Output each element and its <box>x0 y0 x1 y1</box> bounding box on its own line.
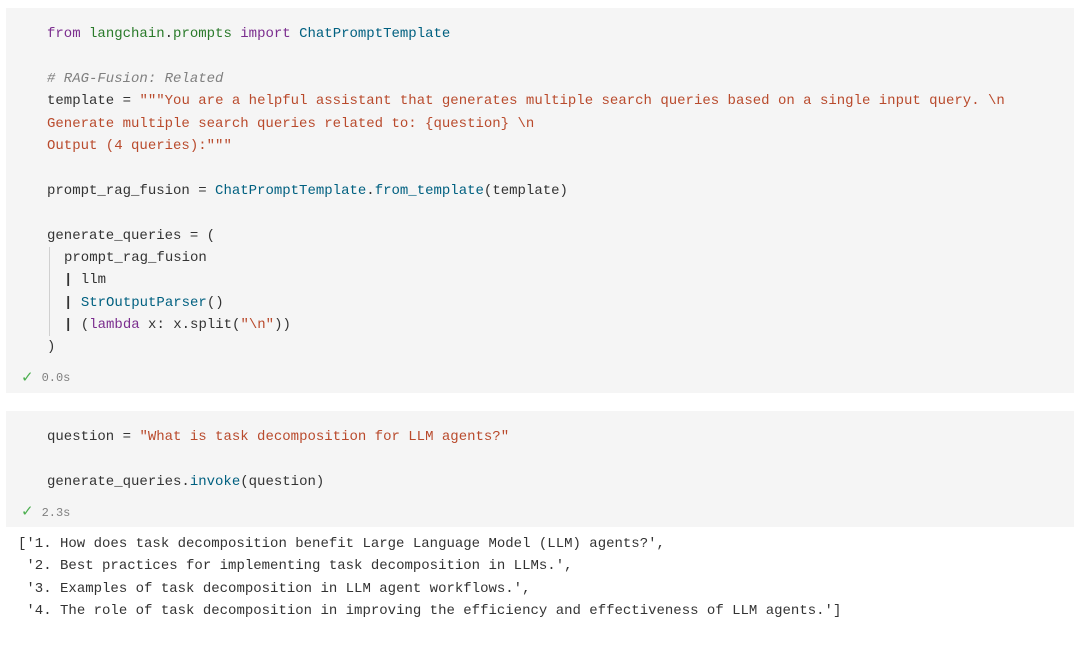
checkmark-icon: ✓ <box>21 371 34 386</box>
code-cell[interactable]: question = "What is task decomposition f… <box>6 411 1074 527</box>
paren-close: ) <box>560 183 568 199</box>
module-langchain: langchain <box>89 26 165 42</box>
arg-template: template <box>492 183 559 199</box>
execution-time: 0.0s <box>42 371 71 385</box>
triple-quote-open: """ <box>139 93 164 109</box>
template-body-2: Generate multiple search queries related… <box>47 116 534 132</box>
method-from-template: from_template <box>375 183 484 199</box>
paren-close: ) <box>316 474 324 490</box>
status-row: ✓ 2.3s <box>7 499 1073 520</box>
notebook: from langchain.prompts import ChatPrompt… <box>0 0 1080 655</box>
cell-2: question = "What is task decomposition f… <box>6 411 1074 629</box>
parens: () <box>207 295 224 311</box>
string-question: "What is task decomposition for LLM agen… <box>139 429 509 445</box>
paren-open: ( <box>72 317 89 333</box>
var-generate: generate_queries <box>47 228 181 244</box>
code-cell[interactable]: from langchain.prompts import ChatPrompt… <box>6 8 1074 393</box>
paren-open: ( <box>240 474 248 490</box>
template-body-3: Output (4 queries): <box>47 138 207 154</box>
class-chatprompt: ChatPromptTemplate <box>299 26 450 42</box>
eq-paren: = ( <box>181 228 215 244</box>
keyword-from: from <box>47 26 81 42</box>
var-template: template <box>47 93 114 109</box>
paren-close: )) <box>274 317 291 333</box>
code-editor[interactable]: question = "What is task decomposition f… <box>7 422 1073 499</box>
pipe-item-llm: llm <box>72 272 106 288</box>
eq: = <box>114 93 139 109</box>
code-content[interactable]: question = "What is task decomposition f… <box>47 426 1053 493</box>
triple-quote-close: """ <box>207 138 232 154</box>
pipe: | <box>64 295 72 311</box>
status-row: ✓ 0.0s <box>7 365 1073 386</box>
class-chatprompt: ChatPromptTemplate <box>215 183 366 199</box>
indent-bar: | StrOutputParser() <box>49 292 224 314</box>
paren-close-chain: ) <box>47 339 55 355</box>
lambda-body: x: x.split( <box>140 317 241 333</box>
code-content[interactable]: from langchain.prompts import ChatPrompt… <box>47 23 1053 359</box>
arg-question: question <box>249 474 316 490</box>
var-question: question <box>47 429 114 445</box>
dot: . <box>366 183 374 199</box>
indent-bar: prompt_rag_fusion <box>49 247 207 269</box>
dot: . <box>165 26 173 42</box>
eq: = <box>114 429 139 445</box>
cell-1: from langchain.prompts import ChatPrompt… <box>6 8 1074 393</box>
dot: . <box>181 474 189 490</box>
indent-bar: | llm <box>49 269 106 291</box>
template-body-1: You are a helpful assistant that generat… <box>165 93 1005 109</box>
code-editor[interactable]: from langchain.prompts import ChatPrompt… <box>7 19 1073 365</box>
var-generate: generate_queries <box>47 474 181 490</box>
class-stroutput: StrOutputParser <box>81 295 207 311</box>
execution-time: 2.3s <box>42 506 71 520</box>
keyword-import: import <box>240 26 290 42</box>
string-newline: "\n" <box>240 317 274 333</box>
pipe-item-1: prompt_rag_fusion <box>64 250 207 266</box>
var-prompt: prompt_rag_fusion <box>47 183 190 199</box>
cell-output: ['1. How does task decomposition benefit… <box>6 527 1074 629</box>
comment: # RAG-Fusion: Related <box>47 71 223 87</box>
keyword-lambda: lambda <box>89 317 139 333</box>
indent-bar: | (lambda x: x.split("\n")) <box>49 314 291 336</box>
module-prompts: prompts <box>173 26 232 42</box>
method-invoke: invoke <box>190 474 240 490</box>
eq: = <box>190 183 215 199</box>
checkmark-icon: ✓ <box>21 505 34 520</box>
